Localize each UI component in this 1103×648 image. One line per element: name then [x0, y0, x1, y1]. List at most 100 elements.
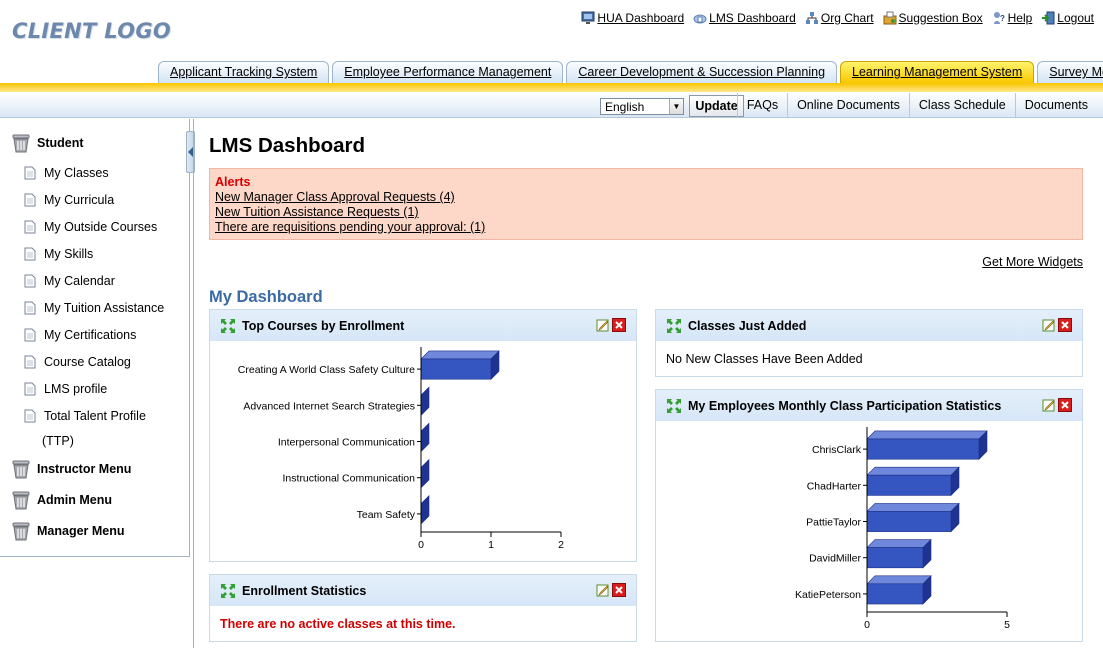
- category-label: KatiePeterson: [795, 589, 861, 601]
- help-link[interactable]: ? Help: [992, 11, 1032, 25]
- widget-enrollment-statistics: Enrollment Statistics There are no activ…: [209, 574, 637, 642]
- widget-header: Top Courses by Enrollment: [210, 310, 636, 341]
- tab-employee-performance[interactable]: Employee Performance Management: [332, 61, 564, 83]
- suggestion-box-label: Suggestion Box: [898, 11, 983, 25]
- student-label: Student: [37, 136, 84, 150]
- online-documents-link[interactable]: Online Documents: [787, 93, 909, 118]
- edit-icon[interactable]: [1042, 318, 1056, 332]
- expand-icon[interactable]: [666, 318, 682, 334]
- lms-dashboard-link[interactable]: LMS Dashboard: [693, 11, 796, 25]
- document-icon: [24, 166, 36, 180]
- sidebar-section-manager[interactable]: Manager Menu: [10, 520, 125, 542]
- sidebar-item-my-classes[interactable]: My Classes: [24, 166, 109, 180]
- language-select[interactable]: English ▼: [600, 98, 684, 115]
- org-chart-link[interactable]: Org Chart: [805, 11, 874, 25]
- manager-menu-label: Manager Menu: [37, 524, 125, 538]
- alert-manager-approval-link[interactable]: New Manager Class Approval Requests (4): [215, 190, 1077, 205]
- category-label: Creating A World Class Safety Culture: [238, 364, 415, 376]
- document-icon: [24, 328, 36, 342]
- faqs-link[interactable]: FAQs: [736, 93, 787, 118]
- sidebar-item-lms-profile[interactable]: LMS profile: [24, 382, 107, 396]
- sidebar-item-my-outside-courses[interactable]: My Outside Courses: [24, 220, 157, 234]
- bar-side-face: [420, 495, 430, 525]
- sidebar-item-total-talent-profile[interactable]: Total Talent Profile: [24, 409, 146, 423]
- sidebar-item-label: My Skills: [44, 247, 94, 261]
- sidebar-item-course-catalog[interactable]: Course Catalog: [24, 355, 131, 369]
- tab-career-development[interactable]: Career Development & Succession Planning: [566, 61, 838, 83]
- widget-tools: [1042, 318, 1072, 332]
- tab-survey-module[interactable]: Survey Module: [1037, 61, 1103, 83]
- tab-accent-bar: [0, 83, 1103, 92]
- enrollment-empty-message: There are no active classes at this time…: [220, 617, 456, 631]
- category-label: DavidMiller: [809, 553, 861, 565]
- edit-icon[interactable]: [596, 318, 610, 332]
- category-label: Instructional Communication: [283, 473, 416, 485]
- alerts-panel: Alerts New Manager Class Approval Reques…: [209, 168, 1083, 240]
- sidebar-item-ttp-suffix[interactable]: (TTP): [42, 434, 74, 448]
- x-tick-label: 0: [418, 539, 424, 551]
- sidebar-item-my-certifications[interactable]: My Certifications: [24, 328, 136, 342]
- bar-side-face: [420, 386, 430, 417]
- x-tick-label: 0: [864, 619, 870, 631]
- expand-icon[interactable]: [220, 318, 236, 334]
- sidebar-item-my-skills[interactable]: My Skills: [24, 247, 93, 261]
- close-icon[interactable]: [1058, 398, 1072, 412]
- sidebar-item-my-tuition-assistance[interactable]: My Tuition Assistance: [24, 301, 164, 315]
- x-tick-label: 5: [1004, 619, 1010, 631]
- bar: [866, 547, 924, 569]
- widget-tools: [596, 583, 626, 597]
- documents-link[interactable]: Documents: [1014, 93, 1097, 118]
- document-icon: [24, 247, 36, 261]
- tab-learning-management[interactable]: Learning Management System: [840, 61, 1035, 83]
- suggestion-box-link[interactable]: Suggestion Box: [883, 11, 983, 25]
- update-button[interactable]: Update: [689, 95, 744, 117]
- get-more-widgets-link[interactable]: Get More Widgets: [982, 255, 1083, 269]
- category-label: ChadHarter: [807, 480, 862, 492]
- sidebar-item-label: Course Catalog: [44, 355, 131, 369]
- bar-top-face: [420, 350, 500, 360]
- sidebar-item-label: My Classes: [44, 166, 109, 180]
- bar-side-face: [420, 458, 430, 489]
- close-icon[interactable]: [612, 318, 626, 332]
- alert-tuition-link[interactable]: New Tuition Assistance Requests (1): [215, 205, 1077, 220]
- admin-menu-label: Admin Menu: [37, 493, 112, 507]
- document-icon: [24, 409, 36, 423]
- widget-title: Enrollment Statistics: [242, 583, 367, 598]
- alert-requisitions-link[interactable]: There are requisitions pending your appr…: [215, 220, 1077, 235]
- suggestion-box-icon: [883, 11, 897, 25]
- widget-employee-stats: My Employees Monthly Class Participation…: [655, 389, 1083, 642]
- widget-tools: [596, 318, 626, 332]
- bar-side-face: [420, 422, 430, 453]
- sidebar-item-label: My Tuition Assistance: [44, 301, 165, 315]
- svg-text:?: ?: [1000, 14, 1005, 23]
- bar: [866, 474, 952, 496]
- dashboard-title: My Dashboard: [209, 288, 323, 306]
- close-icon[interactable]: [1058, 318, 1072, 332]
- help-icon: ?: [993, 12, 1005, 24]
- category-label: Interpersonal Communication: [278, 437, 415, 449]
- edit-icon[interactable]: [1042, 398, 1056, 412]
- document-icon: [24, 301, 36, 315]
- logout-link[interactable]: Logout: [1041, 11, 1094, 25]
- expand-icon[interactable]: [666, 398, 682, 414]
- sidebar-section-admin[interactable]: Admin Menu: [10, 489, 112, 511]
- bar-top-face: [866, 539, 932, 548]
- module-tabs: Applicant Tracking System Employee Perfo…: [158, 61, 1103, 83]
- close-icon[interactable]: [612, 583, 626, 597]
- language-value: English: [605, 100, 645, 114]
- document-icon: [24, 382, 36, 396]
- category-label: Advanced Internet Search Strategies: [243, 400, 415, 412]
- class-schedule-link[interactable]: Class Schedule: [908, 93, 1015, 118]
- tab-applicant-tracking[interactable]: Applicant Tracking System: [158, 61, 330, 83]
- sidebar-item-my-calendar[interactable]: My Calendar: [24, 274, 115, 288]
- sidebar-item-my-curricula[interactable]: My Curricula: [24, 193, 114, 207]
- sidebar-item-label: (TTP): [42, 434, 74, 448]
- bar: [866, 511, 952, 532]
- sidebar-section-student[interactable]: Student: [10, 132, 84, 154]
- edit-icon[interactable]: [596, 583, 610, 597]
- monitor-icon: [581, 11, 595, 24]
- hua-dashboard-link[interactable]: HUA Dashboard: [581, 11, 684, 25]
- expand-icon[interactable]: [220, 583, 236, 599]
- sidebar-section-instructor[interactable]: Instructor Menu: [10, 458, 131, 480]
- x-tick-label: 1: [488, 539, 494, 551]
